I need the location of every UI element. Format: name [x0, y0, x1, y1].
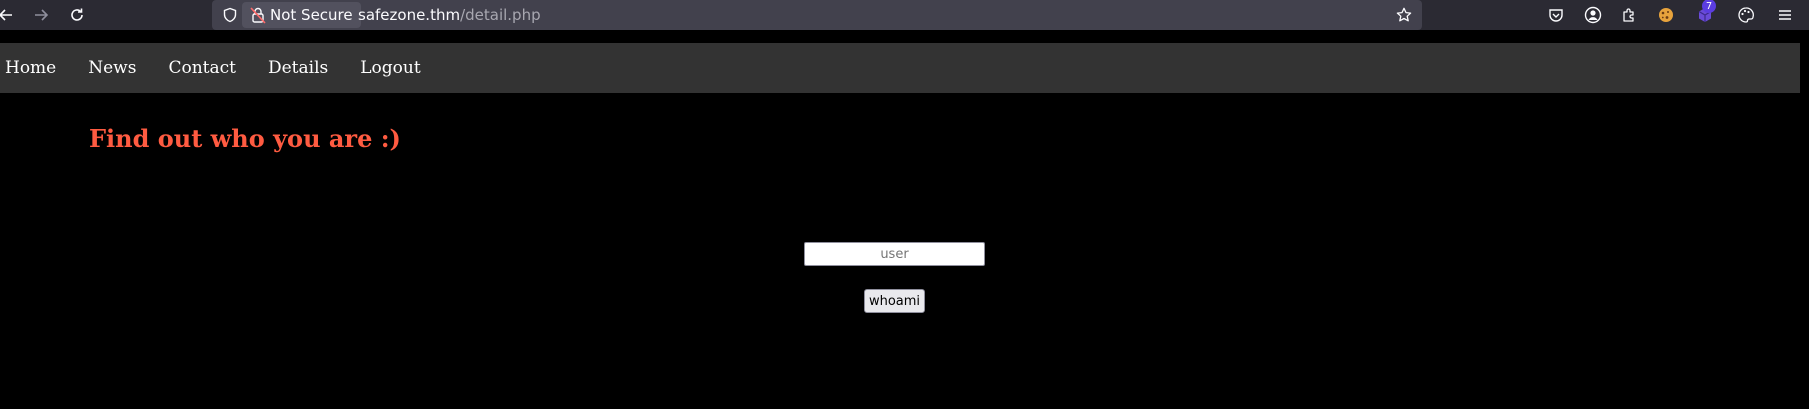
tracking-protection-shield-icon[interactable] — [220, 5, 240, 25]
nav-link-news[interactable]: News — [72, 43, 152, 93]
nav-link-home[interactable]: Home — [0, 43, 72, 93]
insecure-lock-icon — [250, 6, 266, 24]
reload-icon[interactable] — [65, 3, 89, 27]
forward-arrow-icon[interactable] — [29, 3, 53, 27]
url-path: /detail.php — [460, 6, 541, 24]
back-arrow-icon[interactable] — [0, 3, 18, 27]
cookie-extension-icon[interactable] — [1654, 3, 1678, 27]
url-host: safezone.thm — [358, 6, 461, 24]
hamburger-menu-icon[interactable] — [1773, 3, 1797, 27]
palette-extension-icon[interactable] — [1734, 3, 1758, 27]
browser-toolbar: Not Secure safezone.thm/detail.php 7 — [0, 0, 1809, 30]
user-input[interactable] — [804, 242, 985, 266]
site-navbar: Home News Contact Details Logout — [0, 43, 1800, 93]
url-bar[interactable]: Not Secure safezone.thm/detail.php — [212, 0, 1422, 30]
extensions-icon[interactable] — [1617, 3, 1641, 27]
whoami-button[interactable]: whoami — [864, 289, 925, 313]
nav-link-details[interactable]: Details — [252, 43, 344, 93]
pocket-icon[interactable] — [1544, 3, 1568, 27]
url-text[interactable]: safezone.thm/detail.php — [358, 0, 541, 30]
security-label: Not Secure — [270, 6, 353, 24]
bookmark-star-icon[interactable] — [1394, 5, 1414, 25]
nav-link-contact[interactable]: Contact — [152, 43, 252, 93]
site-security-indicator[interactable]: Not Secure — [242, 2, 361, 28]
page-heading: Find out who you are :) — [89, 124, 401, 153]
nav-link-logout[interactable]: Logout — [344, 43, 436, 93]
account-icon[interactable] — [1581, 3, 1605, 27]
